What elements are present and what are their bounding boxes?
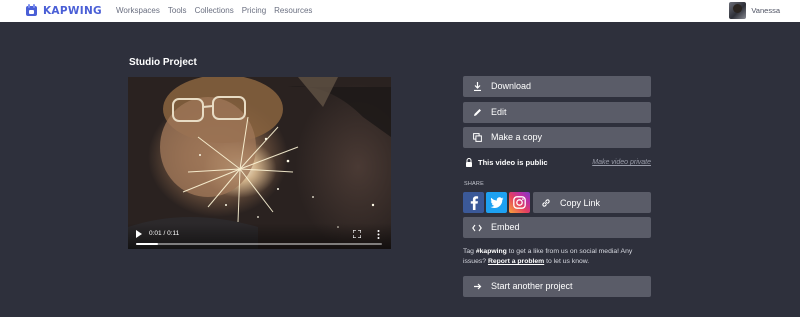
- make-copy-label: Make a copy: [491, 132, 543, 142]
- copy-icon: [472, 133, 482, 143]
- facebook-icon: [470, 196, 478, 210]
- make-private-link[interactable]: Make video private: [592, 158, 651, 167]
- hashtag: #kapwing: [475, 248, 507, 255]
- tag-prefix: Tag: [463, 248, 476, 255]
- play-icon[interactable]: [136, 230, 142, 238]
- instagram-icon: [513, 196, 526, 209]
- download-label: Download: [491, 81, 532, 91]
- twitter-icon: [489, 196, 503, 208]
- twitter-share-button[interactable]: [486, 192, 507, 213]
- embed-label: Embed: [491, 222, 520, 232]
- video-time: 0:01 / 0:11: [149, 230, 180, 237]
- pencil-icon: [472, 108, 482, 118]
- edit-button[interactable]: Edit: [463, 102, 651, 123]
- instagram-share-button[interactable]: [509, 192, 530, 213]
- kapwing-logo[interactable]: KAPWING: [25, 3, 102, 19]
- edit-label: Edit: [491, 107, 507, 117]
- lock-icon: [466, 158, 472, 167]
- brand-name: KAPWING: [43, 5, 102, 17]
- report-problem-link[interactable]: Report a problem: [488, 258, 544, 265]
- arrow-right-icon: [472, 282, 482, 292]
- visibility-status: This video is public: [478, 158, 548, 167]
- link-icon: [541, 198, 551, 208]
- kapwing-logo-icon: [26, 4, 37, 16]
- top-nav-bar: KAPWING Workspaces Tools Collections Pri…: [0, 0, 800, 22]
- code-icon: [472, 223, 482, 233]
- video-progress-bar[interactable]: [136, 243, 382, 245]
- user-menu[interactable]: Vanessa: [729, 2, 780, 19]
- main-nav: Workspaces Tools Collections Pricing Res…: [116, 6, 320, 16]
- nav-item-pricing[interactable]: Pricing: [242, 6, 266, 16]
- nav-item-resources[interactable]: Resources: [274, 6, 312, 16]
- nav-item-collections[interactable]: Collections: [195, 6, 234, 16]
- video-controls: 0:01 / 0:11: [128, 223, 391, 249]
- user-name[interactable]: Vanessa: [751, 6, 780, 15]
- nav-item-tools[interactable]: Tools: [168, 6, 187, 16]
- page-title: Studio Project: [129, 57, 197, 68]
- start-another-label: Start another project: [491, 281, 573, 291]
- facebook-share-button[interactable]: [463, 192, 484, 213]
- nav-item-workspaces[interactable]: Workspaces: [116, 6, 160, 16]
- download-icon: [472, 82, 482, 92]
- copy-link-button[interactable]: Copy Link: [533, 192, 651, 213]
- visibility-row: This video is public Make video private: [465, 157, 653, 169]
- embed-button[interactable]: Embed: [463, 217, 651, 238]
- more-options-icon[interactable]: [377, 230, 380, 239]
- tag-suffix: to let us know.: [544, 258, 590, 265]
- share-label: SHARE: [464, 181, 484, 187]
- start-another-project-button[interactable]: Start another project: [463, 276, 651, 297]
- make-copy-button[interactable]: Make a copy: [463, 127, 651, 148]
- download-button[interactable]: Download: [463, 76, 651, 97]
- video-progress-fill: [136, 243, 159, 245]
- fullscreen-icon[interactable]: [353, 230, 361, 238]
- avatar[interactable]: [729, 2, 747, 19]
- tag-message: Tag #kapwing to get a like from us on so…: [463, 247, 653, 267]
- video-player[interactable]: 0:01 / 0:11: [128, 77, 391, 249]
- copy-link-label: Copy Link: [560, 197, 601, 208]
